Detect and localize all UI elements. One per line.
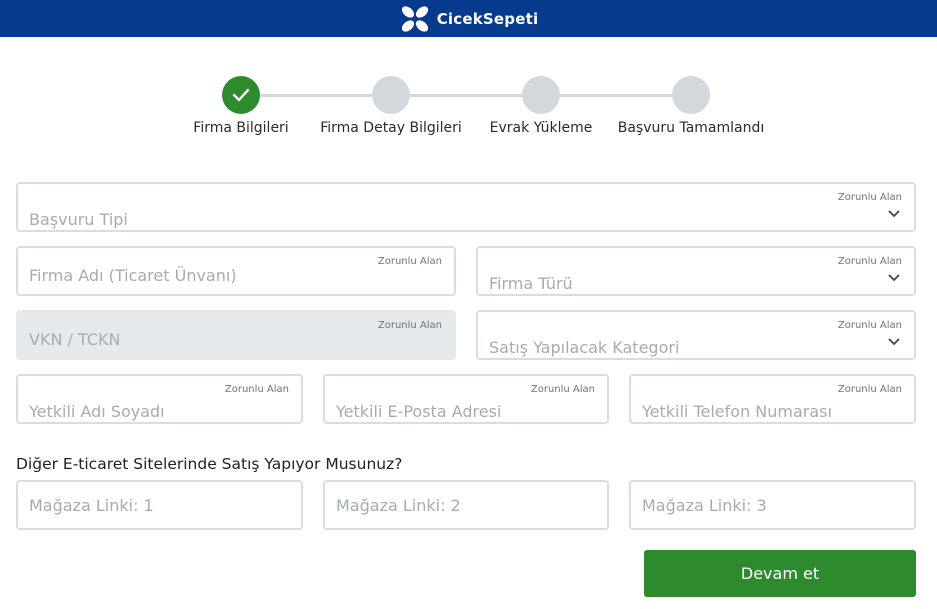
yetkili-adi-placeholder: Yetkili Adı Soyadı: [29, 402, 165, 421]
step-connector: [410, 94, 522, 97]
required-label: Zorunlu Alan: [837, 192, 902, 203]
chevron-down-icon: [888, 274, 900, 282]
vkn-tckn-input[interactable]: VKN / TCKN Zorunlu Alan: [16, 310, 456, 360]
kategori-placeholder: Satış Yapılacak Kategori: [489, 338, 680, 357]
chevron-down-icon: [888, 338, 900, 346]
step-1-circle: [222, 76, 260, 114]
required-label: Zorunlu Alan: [377, 256, 442, 267]
yetkili-telefon-input[interactable]: Yetkili Telefon Numarası Zorunlu Alan: [629, 374, 916, 424]
magaza-3-placeholder: Mağaza Linki: 3: [642, 496, 767, 515]
yetkili-adi-input[interactable]: Yetkili Adı Soyadı Zorunlu Alan: [16, 374, 303, 424]
firma-turu-placeholder: Firma Türü: [489, 274, 573, 293]
magaza-linki-1-input[interactable]: Mağaza Linki: 1: [16, 480, 303, 530]
magaza-linki-3-input[interactable]: Mağaza Linki: 3: [629, 480, 916, 530]
step-2-label: Firma Detay Bilgileri: [320, 120, 462, 136]
yetkili-telefon-placeholder: Yetkili Telefon Numarası: [642, 402, 832, 421]
step-3-label: Evrak Yükleme: [489, 120, 593, 136]
required-label: Zorunlu Alan: [530, 384, 595, 395]
magaza-2-placeholder: Mağaza Linki: 2: [336, 496, 461, 515]
step-3-circle: [522, 76, 560, 114]
yetkili-eposta-placeholder: Yetkili E-Posta Adresi: [336, 402, 502, 421]
required-label: Zorunlu Alan: [837, 256, 902, 267]
firma-adi-input[interactable]: Firma Adı (Ticaret Ünvanı) Zorunlu Alan: [16, 246, 456, 296]
step-connector: [560, 94, 672, 97]
step-1-label: Firma Bilgileri: [193, 120, 289, 136]
other-marketplaces-question: Diğer E-ticaret Sitelerinde Satış Yapıyo…: [16, 455, 403, 473]
required-label: Zorunlu Alan: [837, 320, 902, 331]
yetkili-eposta-input[interactable]: Yetkili E-Posta Adresi Zorunlu Alan: [323, 374, 609, 424]
required-label: Zorunlu Alan: [837, 384, 902, 395]
magaza-1-placeholder: Mağaza Linki: 1: [29, 496, 154, 515]
step-2-circle: [372, 76, 410, 114]
chevron-down-icon: [888, 210, 900, 218]
vkn-placeholder: VKN / TCKN: [29, 330, 121, 349]
devam-et-button[interactable]: Devam et: [644, 550, 916, 597]
magaza-linki-2-input[interactable]: Mağaza Linki: 2: [323, 480, 609, 530]
firma-adi-placeholder: Firma Adı (Ticaret Ünvanı): [29, 266, 237, 285]
step-connector: [260, 94, 372, 97]
kategori-select[interactable]: Satış Yapılacak Kategori Zorunlu Alan: [476, 310, 916, 360]
basvuru-tipi-select[interactable]: Başvuru Tipi Zorunlu Alan: [16, 182, 916, 232]
firma-turu-select[interactable]: Firma Türü Zorunlu Alan: [476, 246, 916, 296]
progress-stepper: Firma Bilgileri Firma Detay Bilgileri Ev…: [0, 0, 937, 150]
check-icon: [232, 88, 250, 102]
required-label: Zorunlu Alan: [224, 384, 289, 395]
step-4-label: Başvuru Tamamlandı: [617, 120, 765, 136]
step-4-circle: [672, 76, 710, 114]
required-label: Zorunlu Alan: [377, 320, 442, 331]
basvuru-tipi-placeholder: Başvuru Tipi: [29, 210, 128, 229]
